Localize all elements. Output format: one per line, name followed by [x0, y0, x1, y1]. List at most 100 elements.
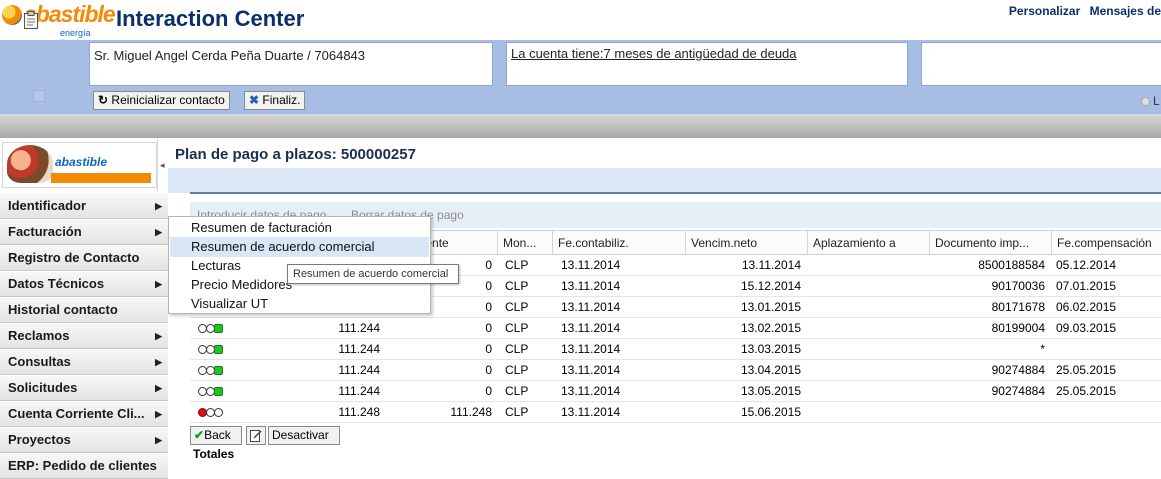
edit-button[interactable] [246, 426, 266, 445]
nav-brand-banner: abastible [2, 142, 157, 188]
clearing-date-cell: 09.03.2015 [1056, 321, 1117, 335]
sidebar-item-label: Historial contacto [8, 302, 118, 317]
due-date-cell: 13.04.2015 [740, 363, 801, 377]
deferral-cell [807, 297, 929, 317]
posting-date-cell: 13.11.2014 [561, 300, 621, 314]
sidebar-item-datos-tecnicos[interactable]: Datos Técnicos ▶ [0, 271, 168, 297]
menu-item-commercial-agreement[interactable]: Resumen de acuerdo comercial [170, 237, 429, 257]
table-row[interactable]: 111.248 111.248 CLP 13.11.2014 15.06.2015 [190, 402, 1161, 423]
due-date-cell: 13.11.2014 [741, 258, 801, 272]
top-links: Personalizar Mensajes de [1003, 4, 1161, 18]
checkbox-icon[interactable] [33, 90, 45, 102]
back-button[interactable]: ✔Back [190, 426, 242, 445]
table-row[interactable]: 111.244 0 CLP 13.11.2014 13.02.2015 80199004 0… [190, 318, 1161, 339]
menu-item-view-ut[interactable]: Visualizar UT [170, 294, 429, 314]
chevron-right-icon: ▶ [155, 357, 162, 367]
status-lights-cell [190, 360, 310, 380]
amount-cell: 111.244 [338, 363, 380, 377]
chevron-right-icon: ▶ [155, 227, 162, 237]
amount-cell: 111.244 [338, 342, 380, 356]
collapse-arrow-icon[interactable]: ◂ [160, 160, 165, 171]
traffic-light-icon [198, 344, 223, 355]
table-row[interactable]: 111.244 0 CLP 13.11.2014 13.05.2015 90274884 2… [190, 381, 1161, 402]
sidebar-item-label: Reclamos [8, 328, 70, 343]
reset-contact-label: Reinicializar contacto [111, 93, 225, 107]
sidebar-item-label: Datos Técnicos [8, 276, 105, 291]
deferral-cell [807, 318, 929, 338]
sidebar-item-erp-pedido[interactable]: ERP: Pedido de clientes [0, 453, 168, 479]
chevron-right-icon: ▶ [155, 409, 162, 419]
clearing-date-cell [1051, 339, 1161, 359]
pending-cell: 0 [485, 384, 492, 398]
clearing-date-cell: 25.05.2015 [1056, 363, 1117, 377]
due-date-cell: 13.05.2015 [740, 384, 801, 398]
family-photo-icon [7, 145, 53, 183]
pending-cell: 111.248 [450, 405, 492, 419]
debt-info-box: La cuenta tiene:7 meses de antigüedad de… [506, 42, 908, 86]
sidebar-item-historial[interactable]: Historial contacto [0, 297, 168, 323]
radio-option[interactable]: L [1141, 94, 1161, 108]
document-cell: * [1040, 342, 1045, 356]
status-lights-cell [190, 381, 310, 401]
document-cell: 80199004 [991, 321, 1045, 335]
column-header-clearing-date[interactable]: Fe.compensación [1051, 231, 1161, 254]
menu-item-billing-summary[interactable]: Resumen de facturación [170, 218, 429, 238]
radio-icon [1141, 97, 1150, 106]
sidebar-item-consultas[interactable]: Consultas ▶ [0, 349, 168, 375]
table-row[interactable]: 111.244 0 CLP 13.11.2014 13.03.2015 * [190, 339, 1161, 360]
deferral-cell [807, 255, 929, 275]
document-cell [929, 402, 1051, 422]
due-date-cell: 15.06.2015 [740, 405, 801, 419]
radio-label: L [1153, 94, 1160, 108]
nav-logo-stripe [51, 173, 151, 183]
document-cell: 80171678 [991, 300, 1045, 314]
sidebar-item-reclamos[interactable]: Reclamos ▶ [0, 323, 168, 349]
column-header-deferral[interactable]: Aplazamiento a [807, 231, 929, 254]
due-date-cell: 15.12.2014 [740, 279, 801, 293]
posting-date-cell: 13.11.2014 [561, 321, 621, 335]
document-cell: 90170036 [991, 279, 1045, 293]
sidebar-item-facturacion[interactable]: Facturación ▶ [0, 219, 168, 245]
document-cell: 8500188584 [978, 258, 1045, 272]
sidebar-item-solicitudes[interactable]: Solicitudes ▶ [0, 375, 168, 401]
pane-splitter[interactable] [0, 114, 1161, 138]
column-header-posting-date[interactable]: Fe.contabiliz. [552, 231, 685, 254]
sidebar-item-label: Registro de Contacto [8, 250, 140, 265]
brand-logo: abastible energía limpia [0, 1, 116, 48]
clipboard-icon[interactable] [23, 11, 39, 29]
deactivate-button[interactable]: Desactivar [268, 426, 340, 445]
debt-info-link[interactable]: La cuenta tiene:7 meses de antigüedad de… [511, 46, 797, 61]
clearing-date-cell: 06.02.2015 [1056, 300, 1117, 314]
sidebar-item-registro-contacto[interactable]: Registro de Contacto [0, 245, 168, 271]
sidebar-item-cuenta-corriente[interactable]: Cuenta Corriente Cli... ▶ [0, 401, 168, 427]
traffic-light-icon [198, 407, 223, 418]
logo-flame-icon [2, 5, 22, 25]
column-header-document[interactable]: Documento imp... [929, 231, 1051, 254]
personalize-link[interactable]: Personalizar [1009, 4, 1080, 18]
clearing-date-cell: 07.01.2015 [1056, 279, 1117, 293]
finalize-button[interactable]: ✖ Finaliz. [244, 91, 306, 110]
traffic-light-icon [198, 323, 223, 334]
status-lights-cell [190, 339, 310, 359]
edit-icon [250, 430, 262, 442]
column-header-due-date[interactable]: Vencim.neto [685, 231, 807, 254]
currency-cell: CLP [505, 384, 529, 398]
tab-underline [190, 192, 1161, 194]
reset-contact-button[interactable]: ↻ Reinicializar contacto [93, 91, 230, 110]
sidebar-item-label: Identificador [8, 198, 87, 213]
deferral-cell [807, 276, 929, 296]
sidebar-item-label: Solicitudes [8, 380, 78, 395]
document-cell: 90274884 [991, 363, 1045, 377]
back-label: Back [204, 428, 231, 442]
due-date-cell: 13.03.2015 [740, 342, 801, 356]
table-row[interactable]: 111.244 0 CLP 13.11.2014 13.04.2015 90274884 2… [190, 360, 1161, 381]
sidebar-item-label: Proyectos [8, 432, 71, 447]
messages-link[interactable]: Mensajes de [1090, 4, 1161, 18]
sidebar-item-identificador[interactable]: Identificador ▶ [0, 193, 168, 219]
column-header-currency[interactable]: Mon... [497, 231, 552, 254]
posting-date-cell: 13.11.2014 [561, 405, 621, 419]
customer-name: Sr. Miguel Angel Cerda Peña Duarte / 706… [94, 48, 366, 63]
sidebar-item-proyectos[interactable]: Proyectos ▶ [0, 427, 168, 453]
deferral-cell [807, 360, 929, 380]
currency-cell: CLP [505, 405, 529, 419]
